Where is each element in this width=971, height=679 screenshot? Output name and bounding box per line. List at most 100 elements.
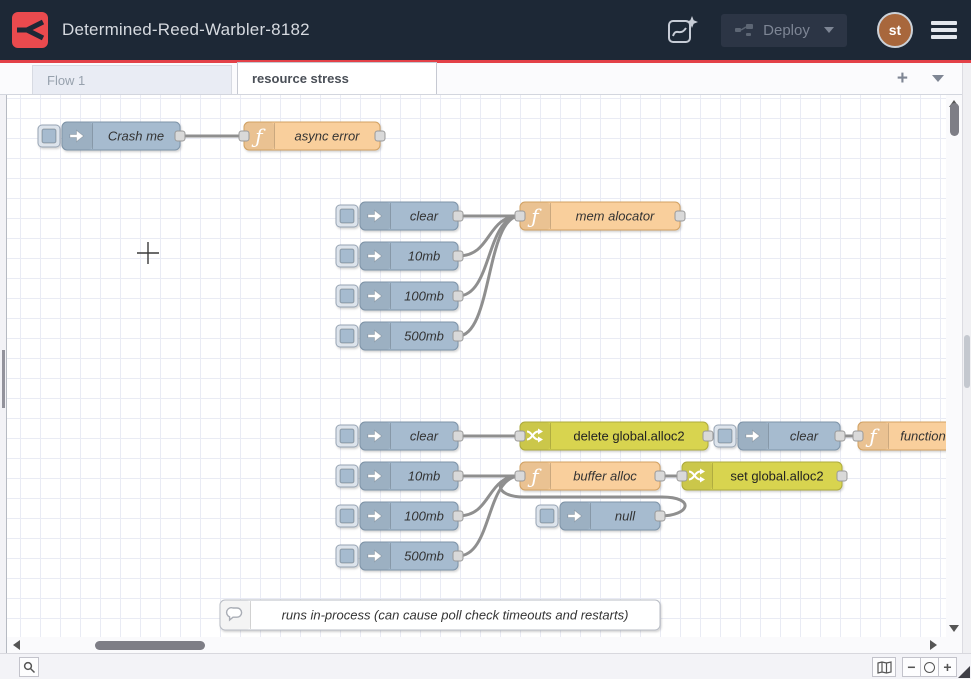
input-port[interactable] — [515, 471, 525, 481]
zoom-reset-icon — [924, 662, 935, 673]
output-port[interactable] — [453, 551, 463, 561]
output-port[interactable] — [835, 431, 845, 441]
left-page-scrollbar[interactable] — [0, 95, 7, 653]
node-label: Crash me — [108, 129, 164, 144]
node-label: 10mb — [408, 249, 441, 264]
node-label: null — [615, 509, 636, 524]
output-port[interactable] — [453, 211, 463, 221]
flow-node-set[interactable]: set global.alloc2 — [677, 462, 847, 490]
scroll-left-icon[interactable] — [13, 640, 20, 650]
output-port[interactable] — [675, 211, 685, 221]
output-port[interactable] — [453, 251, 463, 261]
input-port[interactable] — [239, 131, 249, 141]
output-port[interactable] — [375, 131, 385, 141]
node-label: clear — [410, 209, 439, 224]
flow-node-mb500b[interactable]: 500mb — [336, 542, 463, 570]
flow-node-func2[interactable]: ƒfunction — [853, 422, 946, 450]
flow-list-caret-icon[interactable] — [932, 75, 944, 82]
flow-node-crash[interactable]: Crash me — [38, 122, 185, 150]
output-port[interactable] — [453, 291, 463, 301]
node-label: 10mb — [408, 469, 441, 484]
output-port[interactable] — [655, 511, 665, 521]
flow-node-mb100b[interactable]: 100mb — [336, 502, 463, 530]
inject-button-inner — [340, 329, 354, 343]
deploy-caret-icon[interactable] — [824, 27, 834, 33]
deploy-nodes-icon — [734, 23, 754, 38]
inject-button-inner — [340, 509, 354, 523]
node-label: mem alocator — [576, 209, 655, 224]
canvas-vertical-scrollbar[interactable] — [946, 95, 962, 637]
flow-node-mb100a[interactable]: 100mb — [336, 282, 463, 310]
node-label: function — [900, 429, 946, 444]
output-port[interactable] — [703, 431, 713, 441]
flow-node-clear1[interactable]: clear — [336, 202, 463, 230]
instance-title: Determined-Reed-Warbler-8182 — [62, 20, 310, 40]
node-label: delete global.alloc2 — [573, 429, 684, 444]
input-port[interactable] — [515, 211, 525, 221]
zoom-in-button[interactable]: + — [938, 657, 957, 677]
flow-assistant-icon[interactable] — [665, 13, 699, 47]
flow-canvas[interactable]: Crash me ƒasync error clear 10mb 100mb 500mb ƒ… — [7, 95, 946, 637]
input-port[interactable] — [853, 431, 863, 441]
wire[interactable] — [458, 216, 520, 256]
canvas-horizontal-scrollbar[interactable] — [7, 637, 962, 653]
scroll-down-icon[interactable] — [949, 625, 959, 632]
node-label: clear — [410, 429, 439, 444]
flow-node-mb10a[interactable]: 10mb — [336, 242, 463, 270]
node-label: 100mb — [404, 289, 444, 304]
search-button[interactable] — [19, 657, 39, 677]
node-label: 500mb — [404, 549, 444, 564]
output-port[interactable] — [453, 511, 463, 521]
scroll-right-icon[interactable] — [930, 640, 937, 650]
flow-node-clear3[interactable]: clear — [714, 422, 845, 450]
menu-icon[interactable] — [931, 21, 957, 39]
inject-button-inner — [340, 469, 354, 483]
page-scrollbar[interactable] — [962, 63, 971, 653]
flow-node-note[interactable]: runs in-process (can cause poll check ti… — [220, 600, 660, 630]
resize-grip[interactable] — [958, 666, 970, 678]
crosshair-cursor — [137, 242, 159, 264]
zoom-reset-button[interactable] — [920, 657, 939, 677]
tab-resource-stress[interactable]: resource stress — [237, 62, 437, 94]
flow-node-mem[interactable]: ƒmem alocator — [515, 202, 685, 230]
node-label: 500mb — [404, 329, 444, 344]
tab-bar: Flow 1 resource stress + — [0, 63, 962, 95]
input-port[interactable] — [515, 431, 525, 441]
tab-flow1-label: Flow 1 — [47, 73, 85, 88]
output-port[interactable] — [453, 471, 463, 481]
inject-button-inner — [340, 429, 354, 443]
minimap-button[interactable] — [872, 657, 896, 677]
output-port[interactable] — [175, 131, 185, 141]
vertical-scrollbar-thumb[interactable] — [950, 103, 959, 136]
page-scrollbar-thumb[interactable] — [964, 335, 970, 388]
deploy-button[interactable]: Deploy — [721, 14, 847, 47]
flow-node-async[interactable]: ƒasync error — [239, 122, 385, 150]
zoom-out-button[interactable]: − — [902, 657, 921, 677]
search-icon — [23, 661, 36, 674]
node-label: clear — [790, 429, 819, 444]
flow-node-delete[interactable]: delete global.alloc2 — [515, 422, 713, 450]
input-port[interactable] — [677, 471, 687, 481]
inject-button-inner — [540, 509, 554, 523]
inject-button-inner — [340, 249, 354, 263]
add-flow-button[interactable]: + — [897, 69, 908, 88]
node-label: async error — [294, 129, 360, 144]
left-scrollbar-thumb[interactable] — [2, 350, 5, 408]
user-avatar[interactable]: st — [877, 12, 913, 48]
flow-node-mb500a[interactable]: 500mb — [336, 322, 463, 350]
flow-node-mb10b[interactable]: 10mb — [336, 462, 463, 490]
output-port[interactable] — [453, 431, 463, 441]
output-port[interactable] — [453, 331, 463, 341]
app-logo-icon[interactable] — [12, 12, 48, 48]
inject-button-inner — [340, 209, 354, 223]
flow-node-nullnode[interactable]: null — [536, 502, 665, 530]
tab-resource-stress-label: resource stress — [252, 71, 349, 86]
horizontal-scrollbar-thumb[interactable] — [95, 641, 205, 650]
tab-flow1[interactable]: Flow 1 — [32, 65, 232, 94]
flow-node-buffer[interactable]: ƒbuffer alloc — [515, 462, 665, 490]
node-label: runs in-process (can cause poll check ti… — [282, 608, 629, 623]
output-port[interactable] — [837, 471, 847, 481]
flow-node-clear2[interactable]: clear — [336, 422, 463, 450]
output-port[interactable] — [655, 471, 665, 481]
deploy-label: Deploy — [763, 22, 810, 39]
